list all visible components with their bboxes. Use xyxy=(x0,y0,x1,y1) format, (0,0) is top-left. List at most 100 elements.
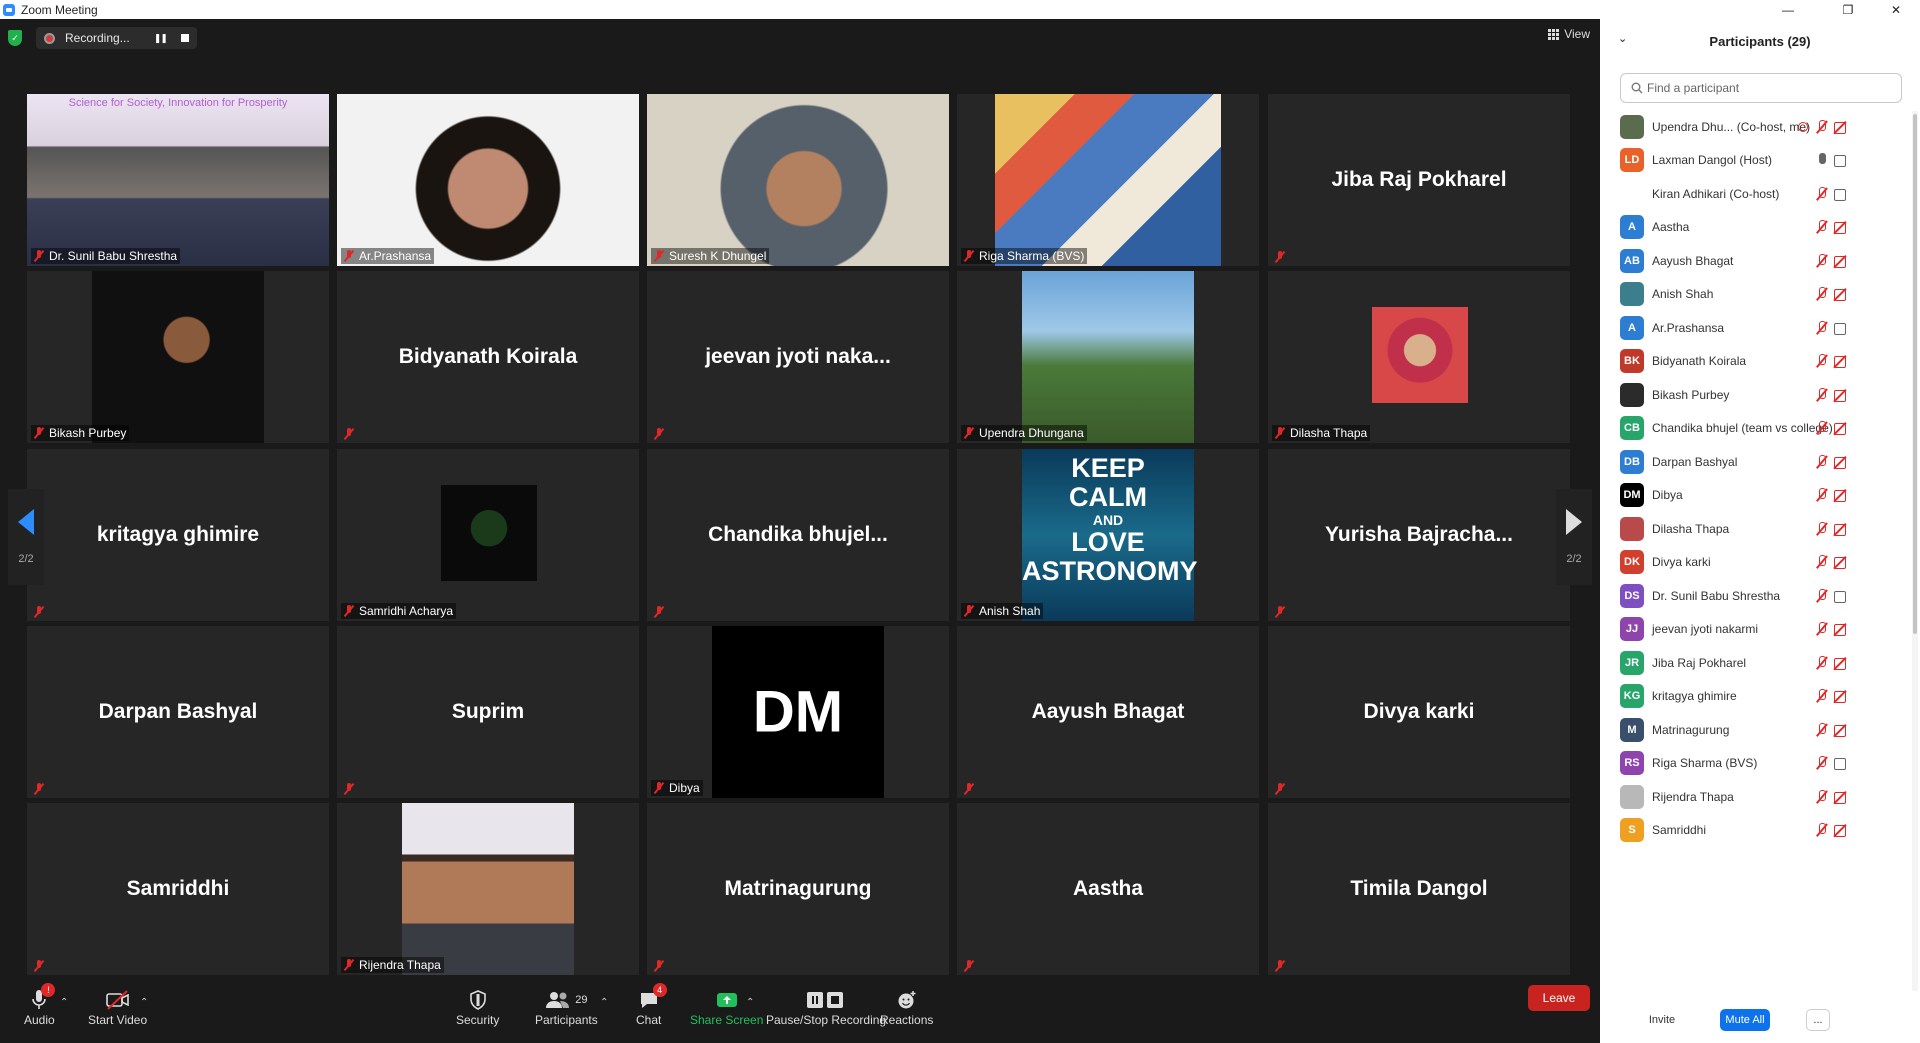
video-tile[interactable]: Upendra Dhungana xyxy=(957,271,1259,443)
share-options-caret[interactable]: ⌃ xyxy=(746,997,754,1008)
video-tile[interactable]: Jiba Raj Pokharel xyxy=(1268,94,1570,266)
participant-avatar xyxy=(1620,516,1644,541)
video-tile[interactable]: Aastha xyxy=(957,803,1259,975)
participant-row[interactable]: DM Dibya xyxy=(1600,479,1920,512)
participant-display-name: Yurisha Bajracha... xyxy=(1325,523,1513,546)
video-tile[interactable]: Suresh K Dhungel xyxy=(647,94,949,266)
chat-button[interactable]: 4 Chat xyxy=(636,983,667,1027)
participant-row[interactable]: KG kritagya ghimire xyxy=(1600,680,1920,713)
participant-row[interactable]: DS Dr. Sunil Babu Shrestha xyxy=(1600,579,1920,612)
participant-row[interactable]: A Aastha xyxy=(1600,211,1920,244)
mic-muted-icon[interactable] xyxy=(1816,220,1828,234)
mic-muted-icon[interactable] xyxy=(1816,689,1828,703)
participant-search-box[interactable] xyxy=(1620,73,1902,103)
participant-row[interactable]: A Ar.Prashansa xyxy=(1600,311,1920,344)
invite-button[interactable]: Invite xyxy=(1640,1009,1684,1031)
video-tile[interactable]: KEEP CALM AND LOVE ASTRONOMY Anish Shah xyxy=(957,449,1259,621)
participant-name-label: Suresh K Dhungel xyxy=(651,248,770,264)
pause-recording-icon[interactable]: ❚❚ xyxy=(154,33,168,44)
video-tile[interactable]: Aayush Bhagat xyxy=(957,626,1259,798)
previous-page-button[interactable]: 2/2 xyxy=(8,489,44,585)
reactions-button[interactable]: Reactions xyxy=(880,987,933,1027)
video-tile[interactable]: Dilasha Thapa xyxy=(1268,271,1570,443)
participant-row[interactable]: JJ jeevan jyoti nakarmi xyxy=(1600,613,1920,646)
security-shield-icon[interactable]: ✓ xyxy=(8,30,22,46)
mic-muted-icon[interactable] xyxy=(1816,421,1828,435)
participant-row[interactable]: Bikash Purbey xyxy=(1600,378,1920,411)
mic-muted-icon[interactable] xyxy=(1816,823,1828,837)
audio-button[interactable]: ! Audio xyxy=(24,983,56,1027)
participants-options-caret[interactable]: ⌃ xyxy=(600,997,608,1008)
more-options-button[interactable]: ... xyxy=(1806,1009,1830,1031)
mic-muted-icon[interactable] xyxy=(1816,756,1828,770)
audio-options-caret[interactable]: ⌃ xyxy=(60,997,68,1008)
minimize-button[interactable]: — xyxy=(1770,0,1806,19)
mute-all-button[interactable]: Mute All xyxy=(1720,1009,1770,1031)
mic-muted-icon[interactable] xyxy=(1816,354,1828,368)
video-options-caret[interactable]: ⌃ xyxy=(140,997,148,1008)
mic-muted-icon[interactable] xyxy=(1816,454,1828,469)
participant-row[interactable]: Dilasha Thapa xyxy=(1600,512,1920,545)
participant-row[interactable]: AB Aayush Bhagat xyxy=(1600,244,1920,277)
video-tile[interactable]: Darpan Bashyal xyxy=(27,626,329,798)
participants-button[interactable]: 29 Participants xyxy=(535,987,598,1027)
next-page-button[interactable]: 2/2 xyxy=(1556,489,1592,585)
participant-row[interactable]: RS Riga Sharma (BVS) xyxy=(1600,747,1920,780)
video-tile[interactable]: Chandika bhujel... xyxy=(647,449,949,621)
leave-button[interactable]: Leave xyxy=(1528,985,1590,1011)
close-button[interactable]: ✕ xyxy=(1878,0,1914,19)
video-tile[interactable]: jeevan jyoti naka... xyxy=(647,271,949,443)
mic-muted-icon[interactable] xyxy=(1816,119,1828,134)
video-tile[interactable]: Samriddhi xyxy=(27,803,329,975)
video-tile[interactable]: Timila Dangol xyxy=(1268,803,1570,975)
participants-scrollbar-thumb[interactable] xyxy=(1913,114,1917,634)
video-tile[interactable]: Divya karki xyxy=(1268,626,1570,798)
chevron-down-icon[interactable]: ⌄ xyxy=(1618,32,1627,45)
participant-search-input[interactable] xyxy=(1647,81,1887,95)
mic-muted-icon[interactable] xyxy=(1816,722,1828,737)
video-tile[interactable]: Yurisha Bajracha... xyxy=(1268,449,1570,621)
pause-stop-recording-button[interactable]: Pause/Stop Recording xyxy=(766,987,886,1027)
restore-button[interactable]: ❐ xyxy=(1830,0,1866,19)
mic-muted-icon[interactable] xyxy=(1816,320,1828,335)
video-tile[interactable]: Rijendra Thapa xyxy=(337,803,639,975)
video-tile[interactable]: Ar.Prashansa xyxy=(337,94,639,266)
video-tile[interactable]: kritagya ghimire xyxy=(27,449,329,621)
mic-muted-icon[interactable] xyxy=(1816,622,1828,636)
participant-row[interactable]: Kiran Adhikari (Co-host) xyxy=(1600,177,1920,210)
video-tile[interactable]: Matrinagurung xyxy=(647,803,949,975)
mic-on-icon[interactable] xyxy=(1816,153,1828,167)
mic-muted-icon[interactable] xyxy=(1816,588,1828,603)
mic-muted-icon[interactable] xyxy=(1816,488,1828,502)
start-video-button[interactable]: Start Video xyxy=(88,987,147,1027)
video-tile[interactable]: DM Dibya xyxy=(647,626,949,798)
participant-row[interactable]: Rijendra Thapa xyxy=(1600,780,1920,813)
video-tile[interactable]: Suprim xyxy=(337,626,639,798)
video-tile[interactable]: Science for Society, Innovation for Pros… xyxy=(27,94,329,266)
participant-row[interactable]: DK Divya karki xyxy=(1600,546,1920,579)
mic-muted-icon[interactable] xyxy=(1816,387,1828,402)
participant-row[interactable]: CB Chandika bhujel (team vs college) xyxy=(1600,412,1920,445)
mic-muted-icon[interactable] xyxy=(1816,186,1828,201)
mic-muted-icon[interactable] xyxy=(1816,789,1828,804)
participant-row[interactable]: Upendra Dhu... (Co-host, me) xyxy=(1600,110,1920,143)
mic-muted-icon[interactable] xyxy=(1816,253,1828,268)
mic-muted-icon[interactable] xyxy=(1816,655,1828,670)
participant-row[interactable]: M Matrinagurung xyxy=(1600,713,1920,746)
video-tile[interactable]: Riga Sharma (BVS) xyxy=(957,94,1259,266)
mic-muted-icon[interactable] xyxy=(1816,287,1828,301)
mic-muted-icon[interactable] xyxy=(1816,521,1828,536)
view-button[interactable]: View xyxy=(1548,27,1590,41)
participant-row[interactable]: BK Bidyanath Koirala xyxy=(1600,345,1920,378)
stop-recording-icon[interactable] xyxy=(180,34,189,42)
participant-row[interactable]: DB Darpan Bashyal xyxy=(1600,445,1920,478)
security-button[interactable]: Security xyxy=(456,987,499,1027)
participant-row[interactable]: Anish Shah xyxy=(1600,278,1920,311)
video-tile[interactable]: Bikash Purbey xyxy=(27,271,329,443)
video-tile[interactable]: Bidyanath Koirala xyxy=(337,271,639,443)
mic-muted-icon[interactable] xyxy=(1816,555,1828,569)
participant-row[interactable]: JR Jiba Raj Pokharel xyxy=(1600,646,1920,679)
participant-row[interactable]: S Samriddhi xyxy=(1600,814,1920,847)
video-tile[interactable]: Samridhi Acharya xyxy=(337,449,639,621)
participant-row[interactable]: LD Laxman Dangol (Host) xyxy=(1600,144,1920,177)
